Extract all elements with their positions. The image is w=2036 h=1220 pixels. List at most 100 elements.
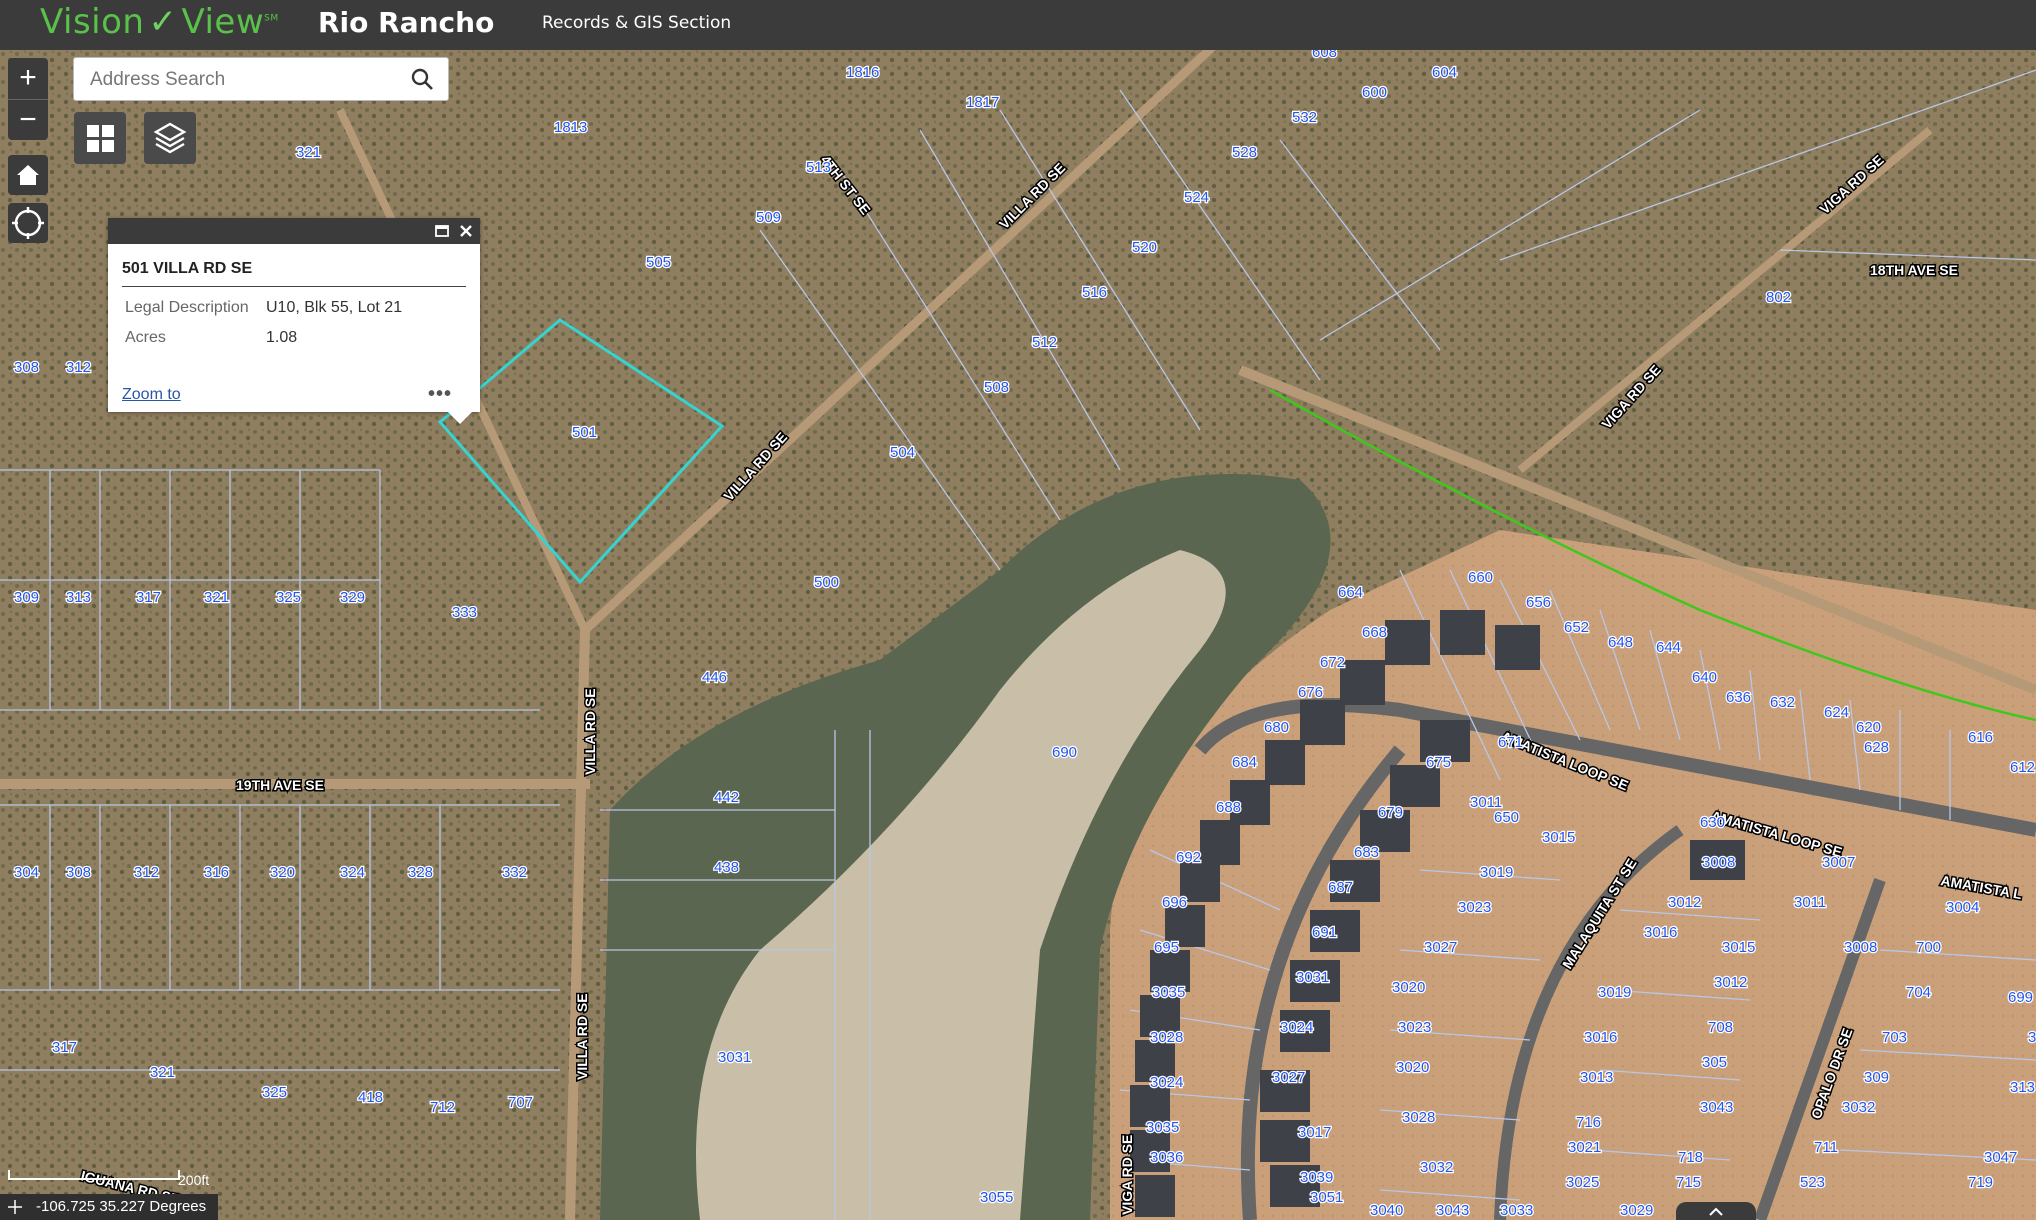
parcel-number-label: 600 [1362,84,1387,101]
coordinate-readout: -106.725 35.227 Degrees [0,1194,218,1220]
parcel-number-label: 707 [508,1094,533,1111]
parcel-number-label: 656 [1526,594,1551,611]
zoom-in-button[interactable]: + [8,58,48,99]
more-actions-button[interactable]: ••• [428,383,452,406]
parcel-number-label: 325 [262,1084,287,1101]
parcel-number-label: 3012 [1714,974,1747,991]
popup-divider [122,286,466,287]
parcel-number-label: 3031 [1296,969,1329,986]
parcel-number-label: 3051 [1310,1189,1343,1206]
parcel-number-label: 708 [1708,1019,1733,1036]
parcel-number-label: 3023 [1458,899,1491,916]
parcel-number-label: 695 [1154,939,1179,956]
parcel-number-label: 329 [340,589,365,606]
parcel-number-label: 3012 [1668,894,1701,911]
parcel-number-label: 3024 [1280,1019,1313,1036]
parcel-number-label: 3035 [1146,1119,1179,1136]
street-label: 18TH AVE SE [1870,262,1958,278]
zoom-out-button[interactable]: − [8,100,48,141]
parcel-number-label: 504 [890,444,915,461]
field-label-legal: Legal Description [125,299,249,316]
parcel-number-label: 668 [1362,624,1387,641]
parcel-number-label: 679 [1378,804,1403,821]
attribute-table-toggle[interactable] [1676,1202,1756,1220]
brand-left: Vision [40,2,145,42]
zoom-to-link[interactable]: Zoom to [122,386,181,404]
parcel-number-label: 684 [1232,754,1257,771]
parcel-number-label: 680 [1264,719,1289,736]
parcel-number-label: 652 [1564,619,1589,636]
parcel-number-label: 524 [1184,189,1209,206]
parcel-number-label: 612 [2010,759,2035,776]
parcel-number-label: 640 [1692,669,1717,686]
street-label: VILLA RD SE [574,993,590,1080]
parcel-number-label: 305 [1702,1054,1727,1071]
parcel-number-label: 3027 [1424,939,1457,956]
field-value-legal: U10, Blk 55, Lot 21 [266,299,403,316]
parcel-number-label: 308 [66,864,91,881]
parcel-number-label: 3028 [1150,1029,1183,1046]
crosshair-icon[interactable] [8,1200,22,1214]
parcel-number-label: 3004 [1946,899,1979,916]
parcel-number-label: 3025 [1566,1174,1599,1191]
parcel-number-label: 3043 [1436,1202,1469,1219]
address-search-box [73,57,449,101]
home-button[interactable] [8,155,48,195]
locate-icon [12,207,44,239]
parcel-number-label: 632 [1770,694,1795,711]
parcel-number-label: 1813 [554,119,587,136]
parcel-number-label: 675 [1426,754,1451,771]
parcel-number-label: 438 [714,859,739,876]
parcel-number-label: 716 [1576,1114,1601,1131]
basemap-gallery-button[interactable] [74,112,126,164]
parcel-number-label: 3019 [1480,864,1513,881]
parcel-number-label: 3019 [1598,984,1631,1001]
parcel-number-label: 321 [204,589,229,606]
parcel-number-label: 3028 [1402,1109,1435,1126]
parcel-number-label: 1816 [846,64,879,81]
parcel-number-label: 333 [452,604,477,621]
maximize-icon[interactable] [434,223,450,239]
parcel-number-label: 664 [1338,584,1363,601]
parcel-number-label: 3013 [1580,1069,1613,1086]
parcel-number-label: 672 [1320,654,1345,671]
parcel-number-label: 3029 [1620,1202,1653,1219]
parcel-number-label: 508 [984,379,1009,396]
parcel-number-label: 692 [1176,849,1201,866]
parcel-number-label: 718 [1678,1149,1703,1166]
address-search-input[interactable] [88,66,392,94]
parcel-number-label: 3027 [1272,1069,1305,1086]
parcel-number-label: 532 [1292,109,1317,126]
parcel-number-label: 604 [1432,64,1457,81]
parcel-number-label: 324 [340,864,365,881]
parcel-number-label: 313 [66,589,91,606]
parcel-number-label: 308 [14,359,39,376]
parcel-number-label: 312 [134,864,159,881]
parcel-number-label: 332 [502,864,527,881]
field-value-acres: 1.08 [266,329,298,346]
parcel-number-label: 520 [1132,239,1157,256]
vision-view-logo[interactable]: Vision ✓ ViewSM [40,2,279,42]
parcel-number-label: 624 [1824,704,1849,721]
parcel-number-label: 3020 [1392,979,1425,996]
check-logo-icon: ✓ [148,2,178,42]
parcel-number-label: 418 [358,1089,383,1106]
search-icon[interactable] [410,67,434,96]
grid-icon [87,125,114,152]
parcel-number-label: 3039 [1300,1169,1333,1186]
parcel-number-label: 3015 [1722,939,1755,956]
close-icon[interactable] [458,223,474,239]
scale-bar [8,1170,180,1180]
parcel-number-label: 446 [702,669,727,686]
layers-button[interactable] [144,112,196,164]
parcel-number-label: 321 [150,1064,175,1081]
parcel-number-label: 3011 [1794,894,1826,911]
brand-right: View [181,2,265,42]
parcel-number-label: 3047 [1984,1149,2017,1166]
field-label-acres: Acres [125,329,166,346]
locate-button[interactable] [8,203,48,243]
city-title: Rio Rancho [318,6,495,39]
zoom-control: + − [8,58,48,140]
parcel-number-label: 699 [2008,989,2033,1006]
brand-tm: SM [264,13,279,24]
